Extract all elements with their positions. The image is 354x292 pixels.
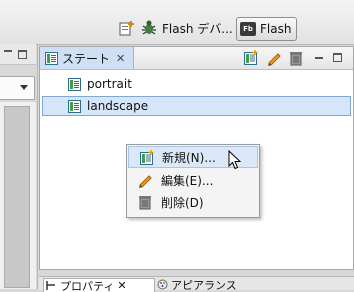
tab-states-label: ステート xyxy=(62,51,111,66)
perspective-flash-debug[interactable]: Flash デバ... xyxy=(136,17,237,39)
chevron-down-icon xyxy=(20,85,28,90)
list-item-state[interactable]: portrait xyxy=(42,74,351,94)
debug-bug-icon xyxy=(142,20,156,35)
states-list: portrait landscape xyxy=(40,72,353,118)
open-perspective-icon[interactable] xyxy=(119,20,135,36)
left-view-body xyxy=(0,102,36,289)
state-icon xyxy=(45,51,58,65)
bottom-view-tabbar: プロパティ ✕ アピアランス xyxy=(39,276,354,292)
tab-appearance-label: アピアランス xyxy=(171,278,237,292)
list-item-state[interactable]: landscape xyxy=(42,96,351,116)
new-state-icon xyxy=(140,150,154,165)
state-icon xyxy=(68,99,81,113)
mouse-cursor-icon xyxy=(228,150,242,170)
close-icon[interactable]: ✕ xyxy=(117,279,126,292)
perspective-bar: Flash デバ... Fb Flash xyxy=(0,0,354,45)
state-label: landscape xyxy=(87,99,149,113)
view-divider[interactable] xyxy=(37,44,38,289)
perspective-flash-label: Flash xyxy=(260,22,292,36)
minimize-icon[interactable] xyxy=(315,57,323,59)
tab-appearance[interactable]: アピアランス xyxy=(153,278,277,291)
left-view-dropdown[interactable] xyxy=(0,76,35,100)
maximize-icon[interactable] xyxy=(333,53,342,62)
menu-item-label: 新規(N)... xyxy=(162,150,216,165)
palette-icon xyxy=(157,279,168,290)
left-view-canvas xyxy=(4,106,30,288)
menu-item-delete[interactable]: 削除(D) xyxy=(127,191,259,213)
perspective-flash-debug-label: Flash デバ... xyxy=(162,21,233,36)
tab-properties-label: プロパティ xyxy=(60,279,115,292)
menu-item-edit[interactable]: 編集(E)... xyxy=(127,169,259,191)
perspective-flash[interactable]: Fb Flash xyxy=(236,17,298,41)
pencil-icon xyxy=(139,175,152,188)
left-view-header xyxy=(0,44,36,65)
delete-state-icon[interactable] xyxy=(288,50,304,66)
edit-state-icon[interactable] xyxy=(266,50,282,66)
maximize-icon[interactable] xyxy=(18,50,27,59)
state-label: portrait xyxy=(87,77,132,91)
state-icon xyxy=(68,77,81,91)
minimize-icon[interactable] xyxy=(4,50,12,52)
properties-icon xyxy=(46,281,55,290)
menu-item-label: 削除(D) xyxy=(161,195,204,210)
states-view-tabbar: ステート ✕ xyxy=(40,47,353,70)
trash-icon xyxy=(139,196,151,210)
tab-properties[interactable]: プロパティ ✕ xyxy=(43,278,155,292)
new-state-icon[interactable] xyxy=(243,50,259,66)
close-icon[interactable]: ✕ xyxy=(116,52,125,65)
tab-states[interactable]: ステート ✕ xyxy=(40,47,134,69)
flash-builder-logo-icon: Fb xyxy=(240,22,256,36)
menu-item-label: 編集(E)... xyxy=(161,173,214,188)
